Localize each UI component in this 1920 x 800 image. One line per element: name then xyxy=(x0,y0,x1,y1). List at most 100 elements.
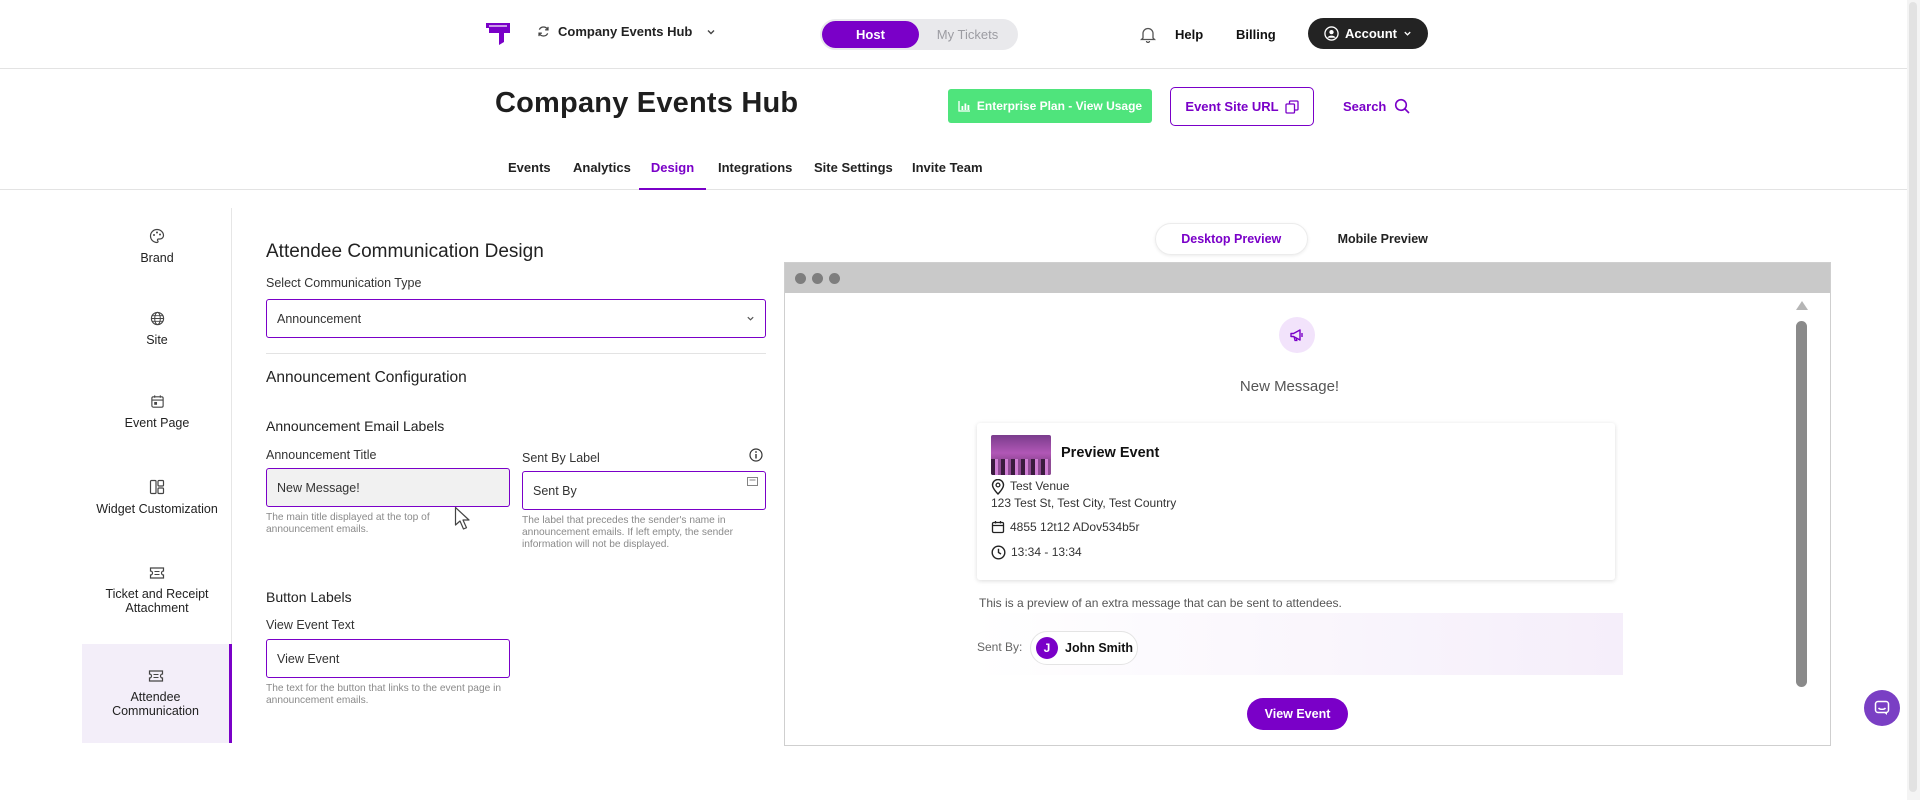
main-tabs: Events Analytics Design Integrations Sit… xyxy=(0,150,1920,190)
announcement-title-input[interactable]: New Message! xyxy=(266,468,510,507)
tab-invite-team[interactable]: Invite Team xyxy=(912,160,983,190)
sidebar-item-label: Brand xyxy=(140,251,174,265)
user-circle-icon xyxy=(1324,26,1339,41)
page-scrollbar[interactable] xyxy=(1907,0,1920,800)
account-button[interactable]: Account xyxy=(1308,18,1428,49)
calendar-icon xyxy=(991,521,1005,534)
announcement-title-label: Announcement Title xyxy=(266,448,377,462)
ticket-icon xyxy=(148,670,163,682)
preview-toggle: Desktop Preview Mobile Preview xyxy=(1155,223,1458,255)
tab-integrations[interactable]: Integrations xyxy=(718,160,792,190)
sender-chip: J John Smith xyxy=(1030,631,1138,665)
search-icon xyxy=(1395,98,1410,114)
email-labels-heading: Announcement Email Labels xyxy=(266,418,445,434)
billing-link[interactable]: Billing xyxy=(1236,27,1276,42)
tab-site-settings[interactable]: Site Settings xyxy=(814,160,893,190)
account-label: Account xyxy=(1345,26,1397,41)
sidebar-item-ticket-receipt[interactable]: Ticket and Receipt Attachment xyxy=(82,566,232,615)
view-event-button[interactable]: View Event xyxy=(1247,698,1348,730)
event-venue: Test Venue xyxy=(1010,479,1070,493)
info-icon[interactable] xyxy=(749,448,763,462)
calendar-icon xyxy=(150,395,164,408)
site-switcher[interactable]: Company Events Hub xyxy=(537,24,716,39)
sidebar-item-label: Ticket and Receipt Attachment xyxy=(105,587,209,615)
event-card: Preview Event Test Venue 123 Test St, Te… xyxy=(977,423,1615,580)
chevron-down-icon xyxy=(707,29,715,34)
mobile-preview-tab[interactable]: Mobile Preview xyxy=(1308,223,1459,255)
sent-by-input[interactable]: Sent By xyxy=(522,471,766,510)
view-event-text-input[interactable]: View Event xyxy=(266,639,510,678)
plan-button-label: Enterprise Plan - View Usage xyxy=(976,99,1143,113)
design-side-nav: Brand Site Event Page Widget Customizati… xyxy=(82,208,232,743)
announcement-title-value: New Message! xyxy=(277,480,360,495)
clock-icon xyxy=(991,545,1006,560)
tab-analytics[interactable]: Analytics xyxy=(573,160,631,190)
ticket-icon xyxy=(149,567,165,579)
announcement-title-help: The main title displayed at the top of a… xyxy=(266,512,430,535)
palette-icon xyxy=(149,228,165,244)
page-scroll-thumb[interactable] xyxy=(1909,2,1917,792)
view-event-text-value: View Event xyxy=(277,651,340,666)
preview-scrollbar[interactable] xyxy=(1794,301,1809,721)
browser-title-bar xyxy=(785,263,1830,293)
window-dot-icon xyxy=(812,273,823,284)
sidebar-item-widget-customization[interactable]: Widget Customization xyxy=(82,479,232,516)
tab-events[interactable]: Events xyxy=(508,160,551,190)
communication-type-value: Announcement xyxy=(277,311,362,326)
sent-by-help: The label that precedes the sender's nam… xyxy=(522,515,734,550)
communication-type-select[interactable]: Announcement xyxy=(266,299,766,338)
event-date: 4855 12t12 ADov534b5r xyxy=(1010,520,1140,534)
scroll-thumb[interactable] xyxy=(1796,321,1807,687)
sidebar-item-label: Attendee Communication xyxy=(112,690,199,718)
form-heading: Attendee Communication Design xyxy=(266,241,544,262)
page-title: Company Events Hub xyxy=(495,87,799,119)
sidebar-item-label: Site xyxy=(146,333,168,347)
site-name: Company Events Hub xyxy=(558,24,693,39)
window-dot-icon xyxy=(829,273,840,284)
my-tickets-toggle-option[interactable]: My Tickets xyxy=(919,21,1016,48)
button-labels-heading: Button Labels xyxy=(266,589,352,605)
event-name: Preview Event xyxy=(1061,445,1160,461)
sidebar-item-brand[interactable]: Brand xyxy=(82,228,232,265)
sidebar-item-attendee-communication[interactable]: Attendee Communication xyxy=(82,644,232,743)
sidebar-item-event-page[interactable]: Event Page xyxy=(82,394,232,430)
refresh-icon xyxy=(538,26,549,37)
event-time-row: 13:34 - 13:34 xyxy=(991,545,1082,560)
extra-message: This is a preview of an extra message th… xyxy=(979,596,1342,610)
brand-logo-icon[interactable] xyxy=(485,20,513,46)
avatar: J xyxy=(1036,637,1058,659)
enterprise-plan-button[interactable]: Enterprise Plan - View Usage xyxy=(948,89,1152,123)
url-button-label: Event Site URL xyxy=(1185,99,1279,114)
sidebar-item-site[interactable]: Site xyxy=(82,311,232,347)
tab-design[interactable]: Design xyxy=(639,160,706,190)
help-link[interactable]: Help xyxy=(1175,27,1203,42)
event-time: 13:34 - 13:34 xyxy=(1011,545,1082,559)
desktop-preview-tab[interactable]: Desktop Preview xyxy=(1155,223,1308,255)
chevron-down-icon xyxy=(1404,31,1411,36)
copy-icon xyxy=(1284,99,1299,114)
mouse-cursor-icon xyxy=(454,506,470,530)
chevron-down-icon xyxy=(747,316,754,321)
email-preview-window: New Message! Preview Event Test Venue 12… xyxy=(784,262,1831,746)
widget-icon xyxy=(149,479,165,495)
globe-icon xyxy=(150,311,164,326)
chat-support-icon[interactable] xyxy=(1864,690,1900,726)
search-label: Search xyxy=(1343,98,1387,114)
megaphone-icon xyxy=(1279,317,1315,353)
search-button[interactable]: Search xyxy=(1343,98,1410,114)
scroll-up-arrow-icon[interactable] xyxy=(1796,301,1808,310)
host-toggle-option[interactable]: Host xyxy=(822,21,919,48)
sender-name: John Smith xyxy=(1065,641,1134,655)
view-event-text-help: The text for the button that links to th… xyxy=(266,683,502,706)
sidebar-item-label: Event Page xyxy=(124,416,190,430)
text-field-icon xyxy=(747,477,758,486)
section-divider xyxy=(266,353,766,354)
communication-type-label: Select Communication Type xyxy=(266,276,422,290)
event-thumbnail xyxy=(991,435,1051,475)
notifications-bell-icon[interactable] xyxy=(1139,26,1157,48)
event-site-url-button[interactable]: Event Site URL xyxy=(1170,87,1314,126)
window-dot-icon xyxy=(795,273,806,284)
sent-by-preview-label: Sent By: xyxy=(977,640,1023,654)
location-pin-icon xyxy=(991,479,1005,495)
event-location: Test Venue 123 Test St, Test City, Test … xyxy=(991,479,1176,510)
